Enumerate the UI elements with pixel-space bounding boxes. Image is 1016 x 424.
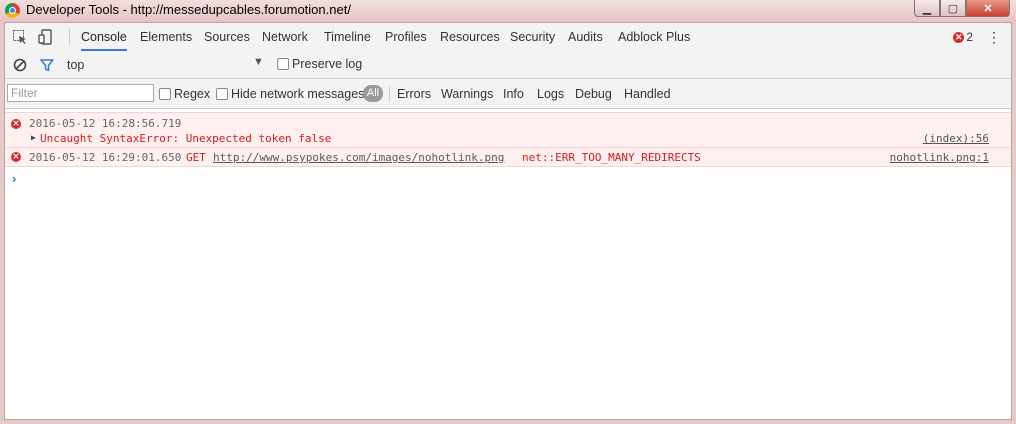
panel-tabbar: Console Elements Sources Network Timelin… [5,23,1011,52]
tab-network[interactable]: Network [262,23,308,51]
close-button[interactable]: ✕ [966,0,1010,17]
message-source-link[interactable]: nohotlink.png:1 [890,151,989,164]
error-count: 2 [966,30,973,44]
device-mode-icon[interactable] [37,28,55,46]
window-titlebar: Developer Tools - http://messedupcables.… [0,0,1016,22]
level-logs-button[interactable]: Logs [537,87,564,101]
console-output: ✕ 2016-05-12 16:28:56.719 ▶ Uncaught Syn… [5,109,1011,419]
context-dropdown-icon[interactable]: ▼ [253,56,264,68]
tab-security[interactable]: Security [510,23,555,51]
message-text[interactable]: Uncaught SyntaxError: Unexpected token f… [40,132,331,145]
clear-console-icon[interactable] [11,56,29,74]
tab-audits[interactable]: Audits [568,23,603,51]
level-all-button[interactable]: All [363,85,383,102]
hide-network-label: Hide network messages [231,87,365,101]
tab-profiles[interactable]: Profiles [385,23,427,51]
chrome-logo-icon [5,3,20,18]
maximize-button[interactable]: ▢ [940,0,966,17]
console-message-error: ✕ 2016-05-12 16:29:01.650 GET http://www… [5,147,1011,167]
error-icon: ✕ [953,31,965,43]
message-source-link[interactable]: (index):56 [923,132,989,145]
message-method: GET [186,151,206,164]
filter-separator [389,86,390,102]
filter-icon[interactable] [38,56,56,74]
tab-adblock-plus[interactable]: Adblock Plus [618,23,690,51]
more-options-icon[interactable]: ⋮ [987,29,1001,45]
console-message-error: ✕ 2016-05-12 16:28:56.719 ▶ Uncaught Syn… [5,112,1011,148]
filter-input[interactable] [7,84,154,102]
inspect-element-icon[interactable] [11,28,29,46]
window-controls: ▁ ▢ ✕ [914,0,1010,17]
console-prompt-icon[interactable]: › [12,171,16,186]
regex-label: Regex [174,87,211,101]
tab-sources[interactable]: Sources [204,23,250,51]
context-selector[interactable]: top [67,58,84,72]
level-info-button[interactable]: Info [503,87,524,101]
expand-triangle-icon[interactable]: ▶ [31,133,36,142]
message-error-code: net::ERR_TOO_MANY_REDIRECTS [522,151,701,164]
level-warnings-button[interactable]: Warnings [441,87,493,101]
error-icon: ✕ [11,119,21,129]
hide-network-checkbox[interactable] [216,88,228,100]
tab-separator [69,29,70,45]
minimize-button[interactable]: ▁ [914,0,940,17]
preserve-log-checkbox[interactable] [277,58,289,70]
level-errors-button[interactable]: Errors [397,87,431,101]
regex-checkbox[interactable] [159,88,171,100]
console-toolbar: top ▼ Preserve log [5,51,1011,79]
error-counter[interactable]: ✕ 2 [953,30,973,44]
tab-console[interactable]: Console [81,23,127,51]
message-timestamp: 2016-05-12 16:28:56.719 [29,117,182,130]
message-url-link[interactable]: http://www.psypokes.com/images/nohotlink… [213,151,504,164]
error-icon: ✕ [11,152,21,162]
tab-resources[interactable]: Resources [440,23,500,51]
level-debug-button[interactable]: Debug [575,87,612,101]
preserve-log-label: Preserve log [292,57,363,71]
tab-timeline[interactable]: Timeline [324,23,371,51]
level-handled-button[interactable]: Handled [624,87,671,101]
tab-elements[interactable]: Elements [140,23,192,51]
window-title: Developer Tools - http://messedupcables.… [26,2,351,17]
message-timestamp: 2016-05-12 16:29:01.650 [29,151,182,164]
devtools-window: Console Elements Sources Network Timelin… [4,22,1012,420]
console-filterbar: Regex Hide network messages All Errors W… [5,79,1011,109]
